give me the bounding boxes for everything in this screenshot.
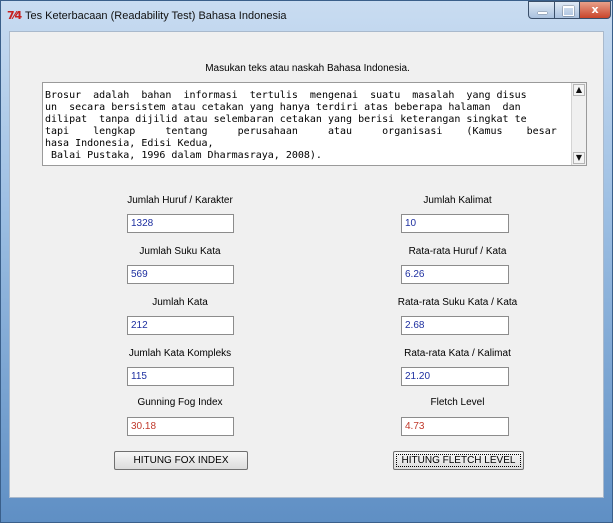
field-jumlah-kalimat[interactable]: 10 (401, 214, 509, 233)
field-jumlah-kata-kompleks[interactable]: 115 (127, 367, 234, 386)
label-jumlah-kalimat: Jumlah Kalimat (423, 195, 492, 206)
window-title: Tes Keterbacaan (Readability Test) Bahas… (25, 10, 287, 22)
hitung-fletch-level-button[interactable]: HITUNG FLETCH LEVEL (393, 451, 524, 470)
label-jumlah-kata: Jumlah Kata (152, 297, 208, 308)
text-input-area[interactable]: Brosur adalah bahan informasi tertulis m… (42, 82, 587, 166)
label-rata-kata-kalimat: Rata-rata Kata / Kalimat (404, 348, 511, 359)
title-bar[interactable]: 7⁄4 Tes Keterbacaan (Readability Test) B… (1, 1, 612, 31)
text-line: hasa Indonesia, Edisi Kedua, (45, 138, 214, 149)
hitung-fox-index-button[interactable]: HITUNG FOX INDEX (114, 451, 248, 470)
label-jumlah-huruf: Jumlah Huruf / Karakter (127, 195, 233, 206)
input-prompt-label: Masukan teks atau naskah Bahasa Indonesi… (205, 63, 410, 74)
label-jumlah-kata-kompleks: Jumlah Kata Kompleks (128, 348, 232, 359)
field-gunning-fog-index[interactable]: 30.18 (127, 417, 234, 436)
minimize-button[interactable] (528, 1, 555, 19)
scroll-down-icon[interactable]: ▼ (573, 152, 585, 164)
close-icon: x (591, 3, 599, 16)
label-rata-suku-kata: Rata-rata Suku Kata / Kata (397, 297, 518, 308)
field-rata-kata-kalimat[interactable]: 21.20 (401, 367, 509, 386)
label-gunning-fog-index: Gunning Fog Index (137, 397, 223, 408)
label-jumlah-suku-kata: Jumlah Suku Kata (139, 246, 221, 257)
text-line: dilipat tanpa dijilid atau selembaran ce… (45, 114, 527, 125)
text-line: Balai Pustaka, 1996 dalam Dharmasraya, 2… (45, 150, 322, 161)
label-fletch-level: Fletch Level (430, 397, 485, 408)
field-jumlah-kata[interactable]: 212 (127, 316, 234, 335)
text-line: un secara bersistem atau cetakan yang ha… (45, 102, 521, 113)
text-input-content: Brosur adalah bahan informasi tertulis m… (45, 90, 572, 162)
text-line: tapi lengkap tentang perusahaan atau org… (45, 126, 572, 137)
field-jumlah-huruf[interactable]: 1328 (127, 214, 234, 233)
field-rata-suku-kata[interactable]: 2.68 (401, 316, 509, 335)
maximize-button[interactable] (554, 1, 580, 19)
app-window: 7⁄4 Tes Keterbacaan (Readability Test) B… (0, 0, 613, 523)
field-jumlah-suku-kata[interactable]: 569 (127, 265, 234, 284)
client-area: Masukan teks atau naskah Bahasa Indonesi… (9, 31, 604, 498)
field-rata-huruf-kata[interactable]: 6.26 (401, 265, 509, 284)
text-line: Brosur adalah bahan informasi tertulis m… (45, 90, 527, 101)
vertical-scrollbar[interactable]: ▲ ▼ (571, 83, 586, 165)
app-logo-icon: 7⁄4 (7, 9, 22, 22)
label-rata-huruf-kata: Rata-rata Huruf / Kata (408, 246, 507, 257)
field-fletch-level[interactable]: 4.73 (401, 417, 509, 436)
close-button[interactable]: x (579, 1, 611, 19)
scroll-up-icon[interactable]: ▲ (573, 84, 585, 96)
